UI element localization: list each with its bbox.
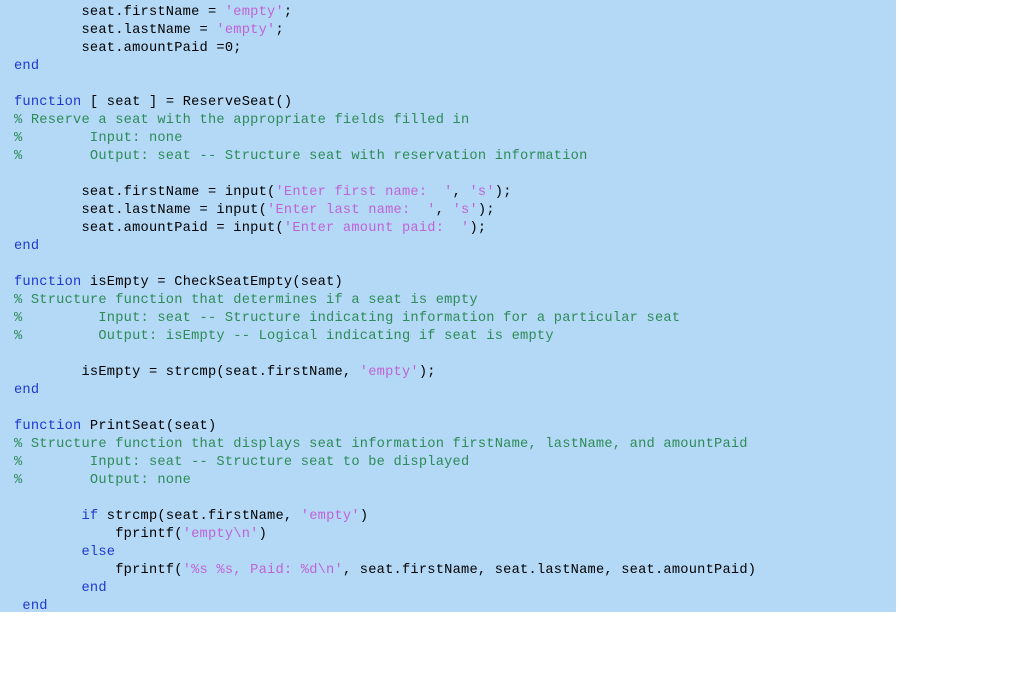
code-line: % Input: none xyxy=(0,130,896,148)
code-token-plain: ) xyxy=(359,509,369,524)
code-line: % Reserve a seat with the appropriate fi… xyxy=(0,112,896,130)
code-token-plain: PrintSeat(seat) xyxy=(81,419,217,434)
code-line: seat.amountPaid = input('Enter amount pa… xyxy=(0,220,896,238)
code-token-comment: % Structure function that displays seat … xyxy=(14,437,748,452)
code-token-string: 'Enter first name: ' xyxy=(275,185,453,200)
code-token-plain: , xyxy=(452,185,470,200)
code-token-comment: % Structure function that determines if … xyxy=(14,293,478,308)
code-token-comment: % Output: seat -- Structure seat with re… xyxy=(14,149,588,164)
code-line: % Structure function that displays seat … xyxy=(0,436,896,454)
code-token-keyword: end xyxy=(14,239,40,254)
code-line: else xyxy=(0,544,896,562)
code-line: % Output: isEmpty -- Logical indicating … xyxy=(0,328,896,346)
code-token-plain: ); xyxy=(418,365,436,380)
code-token-plain: ; xyxy=(275,23,284,38)
code-line-list: seat.firstName = 'empty'; seat.lastName … xyxy=(0,4,896,612)
code-token-plain: seat.firstName = input( xyxy=(14,185,276,200)
code-token-string: 'empty\n' xyxy=(182,527,259,542)
code-token-plain: , xyxy=(435,203,453,218)
code-token-plain: fprintf( xyxy=(14,563,183,578)
code-token-comment: % Input: seat -- Structure seat to be di… xyxy=(14,455,470,470)
code-line: % Input: seat -- Structure indicating in… xyxy=(0,310,896,328)
code-block: seat.firstName = 'empty'; seat.lastName … xyxy=(0,0,896,612)
code-token-comment: % Input: none xyxy=(14,131,183,146)
code-line: fprintf('empty\n') xyxy=(0,526,896,544)
code-line: end xyxy=(0,58,896,76)
code-token-keyword: end xyxy=(14,599,48,612)
code-line: end xyxy=(0,382,896,400)
code-token-string: '%s %s, Paid: %d\n' xyxy=(182,563,343,578)
code-token-string: 'Enter amount paid: ' xyxy=(283,221,470,236)
code-token-keyword: else xyxy=(14,545,116,560)
code-token-plain: seat.lastName = xyxy=(14,23,217,38)
code-line: seat.lastName = 'empty'; xyxy=(0,22,896,40)
code-line: fprintf('%s %s, Paid: %d\n', seat.firstN… xyxy=(0,562,896,580)
code-line: % Input: seat -- Structure seat to be di… xyxy=(0,454,896,472)
code-token-string: 'empty' xyxy=(224,5,284,20)
code-token-plain: isEmpty = strcmp(seat.firstName, xyxy=(14,365,360,380)
code-token-plain: seat.firstName = xyxy=(14,5,225,20)
code-token-plain: strcmp(seat.firstName, xyxy=(98,509,301,524)
code-token-string: 'empty' xyxy=(216,23,276,38)
code-line: end xyxy=(0,598,896,612)
code-line: % Structure function that determines if … xyxy=(0,292,896,310)
code-token-plain: ; xyxy=(283,5,293,20)
code-line: % Output: seat -- Structure seat with re… xyxy=(0,148,896,166)
code-line: if strcmp(seat.firstName, 'empty') xyxy=(0,508,896,526)
code-token-comment: % Output: isEmpty -- Logical indicating … xyxy=(14,329,554,344)
code-token-plain: ); xyxy=(477,203,495,218)
code-token-plain: ); xyxy=(469,221,487,236)
code-token-plain: seat.amountPaid =0; xyxy=(14,41,242,56)
code-token-keyword: end xyxy=(14,59,40,74)
code-line: end xyxy=(0,238,896,256)
code-token-keyword: function xyxy=(14,275,82,290)
code-line: function [ seat ] = ReserveSeat() xyxy=(0,94,896,112)
code-token-plain: fprintf( xyxy=(14,527,183,542)
code-line: end xyxy=(0,580,896,598)
code-token-keyword: end xyxy=(14,581,107,596)
code-token-plain: seat.lastName = input( xyxy=(14,203,268,218)
code-token-keyword: function xyxy=(14,419,82,434)
code-token-string: 'empty' xyxy=(300,509,360,524)
code-token-plain: ) xyxy=(258,527,268,542)
code-line: isEmpty = strcmp(seat.firstName, 'empty'… xyxy=(0,364,896,382)
code-line: function PrintSeat(seat) xyxy=(0,418,896,436)
code-token-plain: seat.amountPaid = input( xyxy=(14,221,284,236)
code-token-string: 's' xyxy=(469,185,495,200)
code-line: seat.amountPaid =0; xyxy=(0,40,896,58)
code-token-string: 'Enter last name: ' xyxy=(267,203,436,218)
code-token-keyword: end xyxy=(14,383,40,398)
code-token-plain: isEmpty = CheckSeatEmpty(seat) xyxy=(81,275,343,290)
code-line: % Output: none xyxy=(0,472,896,490)
code-line: function isEmpty = CheckSeatEmpty(seat) xyxy=(0,274,896,292)
code-token-string: 'empty' xyxy=(359,365,419,380)
code-token-plain: , seat.firstName, seat.lastName, seat.am… xyxy=(342,563,757,578)
code-token-keyword: if xyxy=(14,509,99,524)
code-token-keyword: function xyxy=(14,95,82,110)
code-token-string: 's' xyxy=(452,203,478,218)
code-line: seat.firstName = input('Enter first name… xyxy=(0,184,896,202)
code-token-plain: [ seat ] = ReserveSeat() xyxy=(81,95,293,110)
code-line: seat.firstName = 'empty'; xyxy=(0,4,896,22)
code-token-comment: % Input: seat -- Structure indicating in… xyxy=(14,311,681,326)
code-line: seat.lastName = input('Enter last name: … xyxy=(0,202,896,220)
code-token-plain: ); xyxy=(494,185,512,200)
code-token-comment: % Reserve a seat with the appropriate fi… xyxy=(14,113,470,128)
code-token-comment: % Output: none xyxy=(14,473,192,488)
